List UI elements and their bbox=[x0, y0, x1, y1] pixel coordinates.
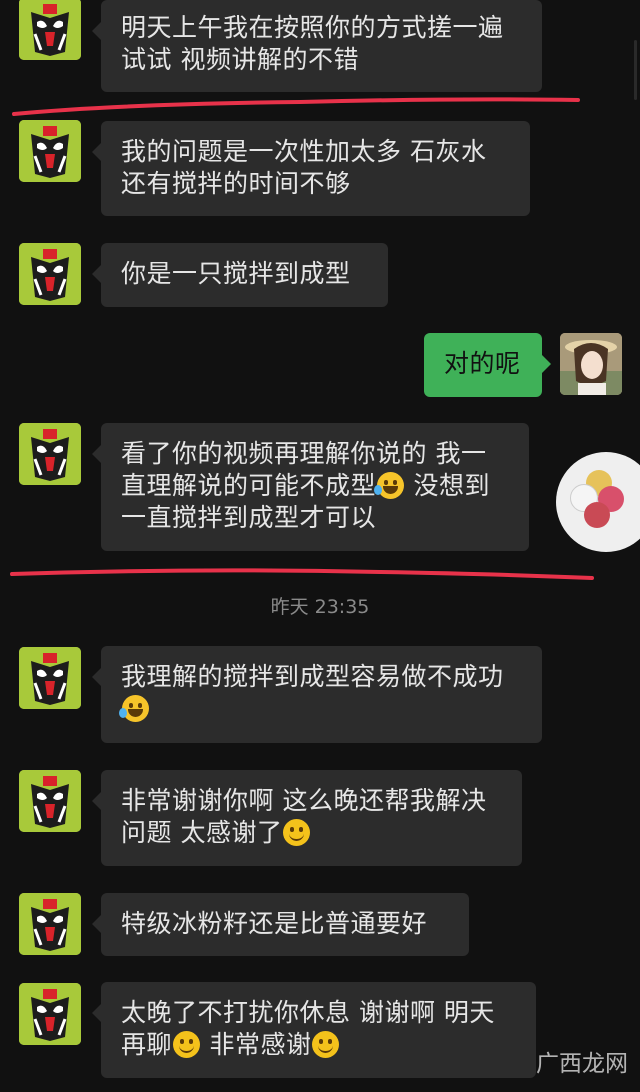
annotation-line bbox=[12, 97, 580, 116]
annotation-line bbox=[10, 568, 594, 580]
annotation-underlines bbox=[10, 97, 594, 580]
watermark-logo: 广西龙网 bbox=[536, 1051, 628, 1077]
scrollbar[interactable] bbox=[634, 40, 637, 100]
